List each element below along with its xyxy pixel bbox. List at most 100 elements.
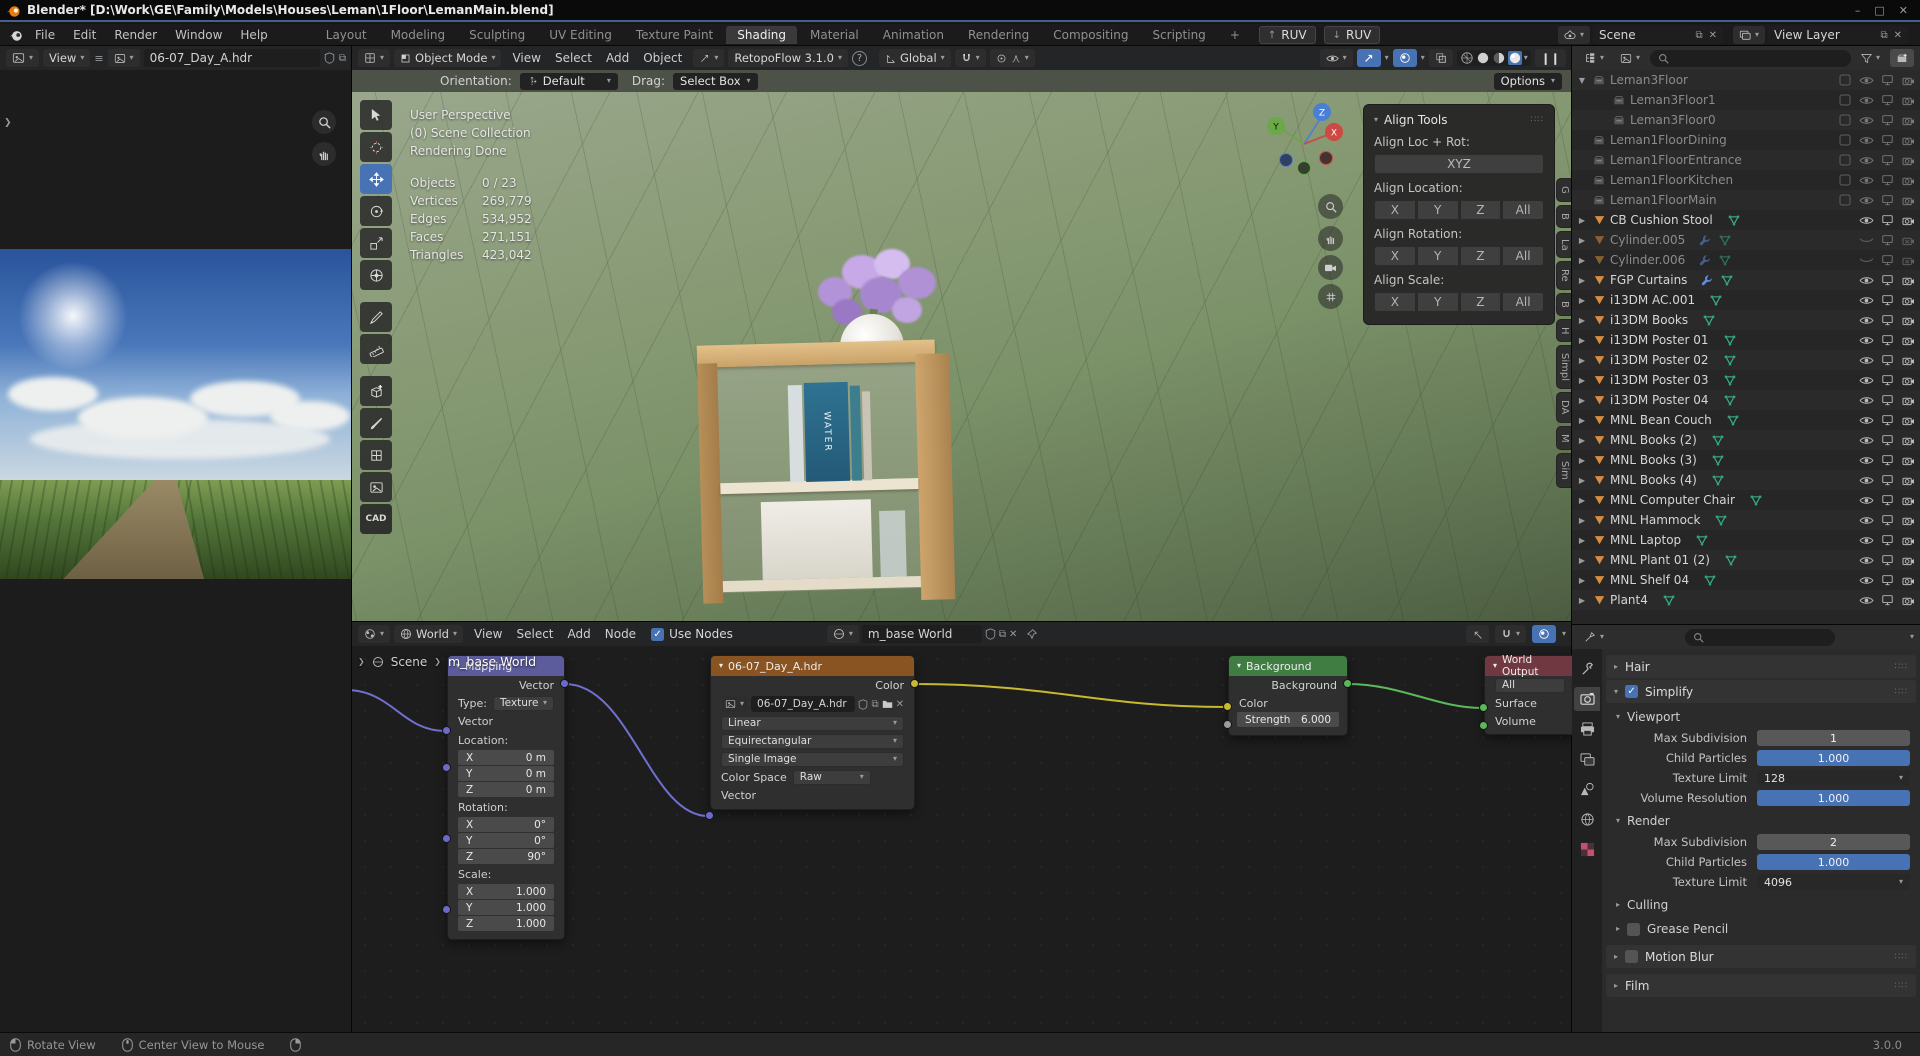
render-disable-icon[interactable] <box>1900 293 1916 307</box>
background-strength-socket[interactable] <box>1223 720 1232 729</box>
menu-render[interactable]: Render <box>105 26 166 44</box>
panel-grip-icon[interactable]: ∷∷ <box>1895 952 1908 962</box>
outliner-row[interactable]: Leman1FloorDining <box>1572 130 1920 150</box>
view-layer-selector[interactable]: View Layer ⧉ ✕ <box>1768 26 1908 44</box>
properties-tab-scene[interactable] <box>1574 777 1600 801</box>
viewport-canvas[interactable]: WATER User Perspective (0) Scene Collect… <box>352 92 1572 622</box>
outliner-row[interactable]: ▶ MNL Books (3) <box>1572 450 1920 470</box>
world-datablock-name[interactable]: m_base World <box>861 625 982 643</box>
node-menu-view[interactable]: View <box>467 627 509 641</box>
hide-eye-icon[interactable] <box>1858 113 1874 127</box>
properties-tab-render[interactable] <box>1574 687 1600 711</box>
workspace-tab-shading[interactable]: Shading <box>726 26 797 44</box>
expand-icon[interactable]: ▶ <box>1576 376 1588 385</box>
viewport-volume-resolution-field[interactable]: 1.000 <box>1757 790 1910 806</box>
sidebar-tab-4[interactable]: B <box>1556 292 1572 316</box>
output-target-dropdown[interactable]: All <box>1495 677 1565 693</box>
expand-icon[interactable]: ▶ <box>1576 396 1588 405</box>
viewport-disable-icon[interactable] <box>1879 313 1895 327</box>
transform-orientation-dropdown[interactable]: Global ▾ <box>878 49 951 67</box>
use-nodes-checkbox[interactable]: ✓ Use Nodes <box>651 627 733 641</box>
outliner-row[interactable]: ▶ Cylinder.006 <box>1572 250 1920 270</box>
simplify-checkbox[interactable]: ✓ <box>1625 685 1639 698</box>
align-x-button[interactable]: X <box>1374 292 1416 312</box>
hide-eye-icon[interactable] <box>1858 393 1874 407</box>
mapping-rotation-x-field[interactable]: X 0° <box>458 817 554 832</box>
outliner-row[interactable]: Leman1FloorMain <box>1572 190 1920 210</box>
properties-tab-view-layer[interactable] <box>1574 747 1600 771</box>
gizmos-toggle[interactable] <box>1356 49 1381 67</box>
mapping-node[interactable]: ▾ Mapping Vector Type: Texture ▾ Vector Lo… <box>447 655 565 940</box>
outliner-row[interactable]: ▶ i13DM Poster 01 <box>1572 330 1920 350</box>
hide-eye-icon[interactable] <box>1858 193 1874 207</box>
hide-eye-icon[interactable] <box>1858 593 1874 607</box>
render-disable-icon[interactable] <box>1900 513 1916 527</box>
exclude-checkbox[interactable] <box>1837 133 1853 147</box>
expand-icon[interactable]: ▶ <box>1576 536 1588 545</box>
image-name-field[interactable]: 06-07_Day_A.hdr <box>751 696 856 712</box>
expand-icon[interactable]: ▶ <box>1576 436 1588 445</box>
drag-dropdown[interactable]: Select Box ▾ <box>673 72 758 90</box>
render-disable-icon[interactable] <box>1900 593 1916 607</box>
brush-tool-button[interactable] <box>360 408 392 438</box>
output-volume-socket[interactable] <box>1479 721 1488 730</box>
outliner-row[interactable]: ▶ MNL Shelf 04 <box>1572 570 1920 590</box>
node-menu-add[interactable]: Add <box>561 627 598 641</box>
outliner-row[interactable]: ▶ MNL Laptop <box>1572 530 1920 550</box>
expand-icon[interactable]: ▶ <box>1576 256 1588 265</box>
strength-field[interactable]: Strength 6.000 <box>1237 712 1339 727</box>
viewport-disable-icon[interactable] <box>1879 513 1895 527</box>
outliner-row[interactable]: ▶ MNL Hammock <box>1572 510 1920 530</box>
expand-icon[interactable]: ▼ <box>1576 76 1588 85</box>
background-color-input-socket[interactable] <box>1223 702 1232 711</box>
texture-vector-input-socket[interactable] <box>705 811 714 820</box>
select-box-tool-button[interactable] <box>360 100 392 130</box>
viewport-menu-add[interactable]: Add <box>599 51 636 65</box>
shading-wireframe-button[interactable] <box>1460 51 1474 65</box>
expand-icon[interactable]: ▶ <box>1576 516 1588 525</box>
workspace-tab-scripting[interactable]: Scripting <box>1141 26 1216 44</box>
viewport-zoom-icon[interactable] <box>1318 194 1343 219</box>
grease-pencil-subpanel-header[interactable]: ▸ Grease Pencil <box>1602 919 1920 939</box>
hide-eye-icon[interactable] <box>1858 513 1874 527</box>
sidebar-tab-2[interactable]: La <box>1556 230 1572 259</box>
breadcrumb-toggle-arrow[interactable]: ❯ <box>358 657 365 666</box>
outliner-row[interactable]: ▶ MNL Books (4) <box>1572 470 1920 490</box>
viewport-disable-icon[interactable] <box>1879 373 1895 387</box>
snap-magnet-icon[interactable]: ▾ <box>1494 625 1526 643</box>
shader-type-dropdown[interactable]: World ▾ <box>394 625 463 643</box>
viewport-section-header[interactable]: ▾ Viewport <box>1602 707 1920 727</box>
expand-icon[interactable]: ▶ <box>1576 216 1588 225</box>
sidebar-toggle-arrow[interactable]: ❯ <box>4 118 12 128</box>
render-child-particles-field[interactable]: 1.000 <box>1757 854 1910 870</box>
viewport-menu-select[interactable]: Select <box>548 51 599 65</box>
cursor-tool-button[interactable] <box>360 132 392 162</box>
viewport-disable-icon[interactable] <box>1879 493 1895 507</box>
viewport-disable-icon[interactable] <box>1879 413 1895 427</box>
move-tool-button[interactable] <box>360 164 392 194</box>
panel-grip-icon[interactable]: ∷∷ <box>1531 115 1544 125</box>
motion-blur-checkbox[interactable] <box>1625 950 1639 963</box>
render-disable-icon[interactable] <box>1900 493 1916 507</box>
viewport-child-particles-field[interactable]: 1.000 <box>1757 750 1910 766</box>
render-disable-icon[interactable] <box>1900 133 1916 147</box>
outliner-row[interactable]: ▶ MNL Bean Couch <box>1572 410 1920 430</box>
viewport-disable-icon[interactable] <box>1879 73 1895 87</box>
sidebar-tab-7[interactable]: DA <box>1556 392 1572 423</box>
copy-datablock-icon[interactable]: ⧉ <box>339 53 346 64</box>
viewport-disable-icon[interactable] <box>1879 333 1895 347</box>
projection-dropdown[interactable]: Equirectangular ▾ <box>721 733 904 749</box>
background-node[interactable]: ▾ Background Background Color Strength 6.0… <box>1228 655 1348 736</box>
copy-datablock-icon[interactable]: ⧉ <box>999 629 1006 640</box>
node-canvas[interactable]: ❯ Scene ❯ m_base World ▾ Mapping Vector T… <box>352 646 1572 1032</box>
render-disable-icon[interactable] <box>1900 273 1916 287</box>
hide-eye-icon[interactable] <box>1858 433 1874 447</box>
render-disable-icon[interactable] <box>1900 153 1916 167</box>
viewport-disable-icon[interactable] <box>1879 593 1895 607</box>
world-output-node[interactable]: ▾ World Output All Surface Volume <box>1484 654 1572 735</box>
pan-hand-icon[interactable] <box>312 142 336 166</box>
mapping-rotation-y-field[interactable]: Y 0° <box>458 833 554 848</box>
mapping-scale-x-field[interactable]: X 1.000 <box>458 884 554 899</box>
snapping-magnet-icon[interactable]: ▾ <box>954 49 986 67</box>
overlays-toggle[interactable] <box>1531 625 1556 643</box>
